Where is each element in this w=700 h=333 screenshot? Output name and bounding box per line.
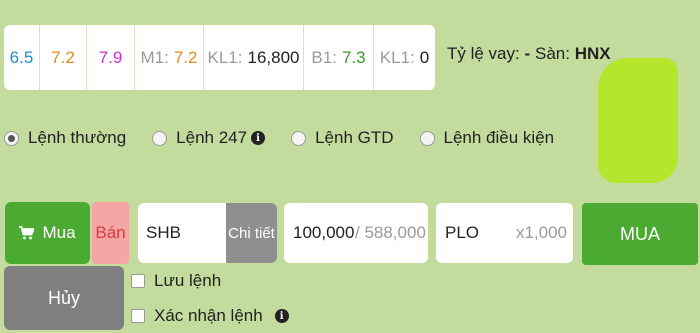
radio-gtd[interactable] <box>291 130 307 146</box>
quantity-input[interactable] <box>293 223 355 243</box>
order-type-group: Lệnh thường Lệnh 247 i Lệnh GTD Lệnh điề… <box>4 128 580 148</box>
exchange-value: HNX <box>574 44 611 63</box>
order-type-conditional[interactable]: Lệnh điều kiện <box>419 128 555 148</box>
quantity-field: / 588,000 <box>284 203 428 263</box>
order-type-gtd[interactable]: Lệnh GTD <box>291 128 394 148</box>
bid-price-cell: B1: 7.3 <box>304 25 374 90</box>
highlight-mark <box>598 58 678 183</box>
reference-price-cell: 7.2 <box>40 25 87 90</box>
save-order-checkbox[interactable] <box>131 274 145 288</box>
bid-volume-label: KL1: <box>379 47 415 67</box>
floor-price-cell: 7.9 <box>87 25 135 90</box>
bid-volume-cell: KL1: 0 <box>374 25 435 90</box>
submit-buy-button[interactable]: MUA <box>582 203 698 265</box>
order-type-normal[interactable]: Lệnh thường <box>4 128 126 148</box>
info-icon[interactable]: i <box>274 309 289 323</box>
order-type-gtd-label: Lệnh GTD <box>315 128 394 147</box>
radio-conditional[interactable] <box>419 130 435 146</box>
price-input[interactable] <box>445 223 505 243</box>
price-unit: x1,000 <box>515 223 567 242</box>
bid-price-label: B1: <box>311 47 337 67</box>
ceiling-price-cell: 6.5 <box>4 25 40 90</box>
confirm-order-checkbox[interactable] <box>131 309 145 323</box>
order-type-conditional-label: Lệnh điều kiện <box>443 128 555 147</box>
confirm-order-label: Xác nhận lệnh <box>154 306 263 325</box>
margin-ratio: Tỷ lệ vay: - <box>447 44 530 64</box>
detail-button-label: Chi tiết <box>228 224 275 242</box>
margin-ratio-label: Tỷ lệ vay: <box>447 44 520 63</box>
reference-price: 7.2 <box>51 47 75 67</box>
floor-price: 7.9 <box>98 47 123 67</box>
match-volume-cell: KL1: 16,800 <box>204 25 304 90</box>
confirm-order-option[interactable]: Xác nhận lệnh i <box>131 306 289 326</box>
price-board: 6.5 7.2 7.9 M1: 7.2 KL1: 16,800 B1: 7.3 … <box>4 25 435 90</box>
save-order-option[interactable]: Lưu lệnh <box>131 271 221 291</box>
order-type-247-label: Lệnh 247 <box>176 128 248 147</box>
exchange-info: Sàn: HNX <box>535 44 611 64</box>
symbol-field: Chi tiết <box>138 203 277 263</box>
buy-tab-label: Mua <box>42 223 76 242</box>
order-type-normal-label: Lệnh thường <box>28 128 127 147</box>
sell-tab-button[interactable]: Bán <box>92 202 129 264</box>
max-quantity: / 588,000 <box>355 223 426 242</box>
submit-buy-label: MUA <box>620 223 660 244</box>
save-order-label: Lưu lệnh <box>154 271 222 290</box>
match-price-cell: M1: 7.2 <box>135 25 204 90</box>
cancel-button[interactable]: Hủy <box>4 266 124 330</box>
order-type-247[interactable]: Lệnh 247 i <box>152 128 266 148</box>
cancel-label: Hủy <box>47 287 80 308</box>
match-price-label: M1: <box>140 47 169 67</box>
bid-price: 7.3 <box>341 47 366 67</box>
price-field: x1,000 <box>436 203 573 263</box>
cart-icon <box>19 226 35 240</box>
buy-tab-button[interactable]: Mua <box>5 202 90 264</box>
symbol-input[interactable] <box>138 203 226 263</box>
detail-button[interactable]: Chi tiết <box>226 203 277 263</box>
match-price: 7.2 <box>173 47 198 67</box>
bid-volume: 0 <box>419 47 430 67</box>
sell-tab-label: Bán <box>95 223 126 242</box>
info-icon[interactable]: i <box>251 131 266 145</box>
radio-normal[interactable] <box>4 130 19 146</box>
exchange-label: Sàn: <box>535 44 570 63</box>
match-volume-label: KL1: <box>207 47 243 67</box>
match-volume: 16,800 <box>247 47 300 67</box>
ceiling-price: 6.5 <box>9 47 34 67</box>
margin-ratio-value: - <box>524 44 531 63</box>
radio-247[interactable] <box>152 130 168 146</box>
